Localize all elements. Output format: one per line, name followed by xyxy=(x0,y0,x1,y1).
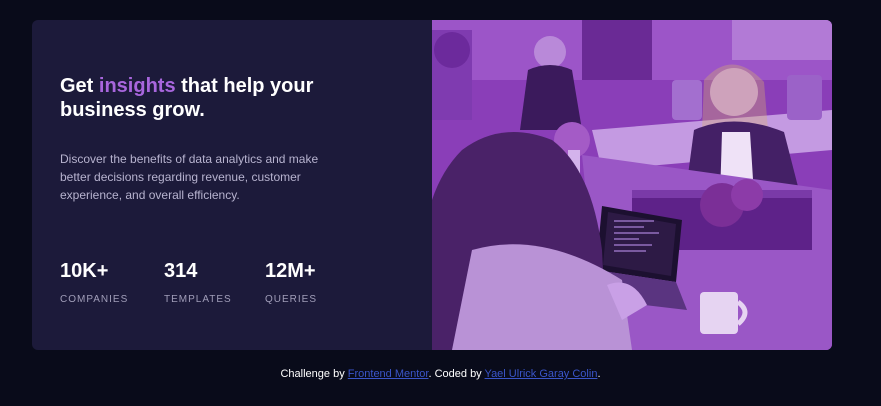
title-part-1: Get xyxy=(60,75,99,97)
hero-image xyxy=(432,20,832,350)
stat-queries: 12M+ QUERIES xyxy=(265,260,317,305)
frontend-mentor-link[interactable]: Frontend Mentor xyxy=(348,368,429,380)
stat-companies: 10K+ COMPANIES xyxy=(60,260,128,305)
stats-card: Get insights that help your business gro… xyxy=(32,20,832,350)
card-content: Get insights that help your business gro… xyxy=(32,20,432,350)
stat-label: QUERIES xyxy=(265,294,318,305)
footer-middle: . Coded by xyxy=(428,368,485,380)
hero-description: Discover the benefits of data analytics … xyxy=(60,152,319,202)
author-link[interactable]: Yael Ulrick Garay Colin xyxy=(485,368,598,380)
stat-value: 10K+ xyxy=(60,260,109,282)
office-photo xyxy=(432,20,832,350)
title-highlight: insights xyxy=(98,75,176,97)
stat-value: 12M+ xyxy=(265,260,316,282)
stat-label: TEMPLATES xyxy=(164,294,232,305)
stat-label: COMPANIES xyxy=(60,294,129,305)
attribution-footer: Challenge by Frontend Mentor. Coded by Y… xyxy=(0,366,881,382)
hero-title: Get insights that help your business gro… xyxy=(60,74,320,122)
stat-templates: 314 TEMPLATES xyxy=(164,260,232,305)
stat-value: 314 xyxy=(164,260,198,282)
footer-prefix: Challenge by xyxy=(280,368,348,380)
footer-suffix: . xyxy=(597,368,601,380)
